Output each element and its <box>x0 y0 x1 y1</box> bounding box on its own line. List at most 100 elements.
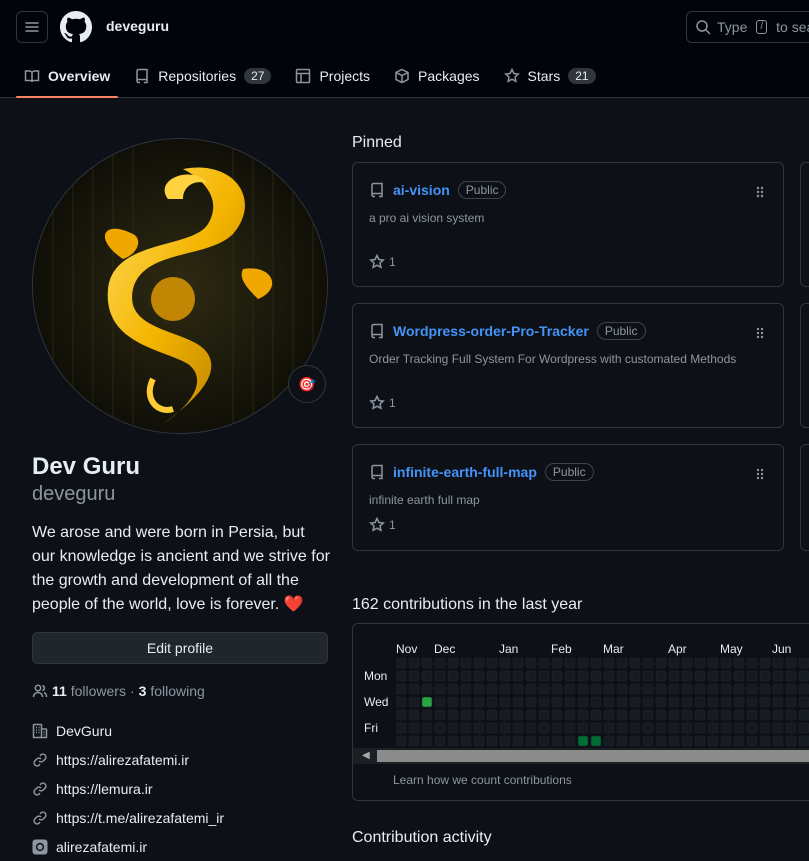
contribution-day-cell[interactable] <box>512 722 524 734</box>
contribution-day-cell[interactable] <box>694 658 706 669</box>
contribution-day-cell[interactable] <box>629 696 641 708</box>
search-input[interactable]: Type / to sea <box>686 11 809 43</box>
contribution-day-cell[interactable] <box>421 722 433 734</box>
contribution-day-cell[interactable] <box>421 670 433 682</box>
contribution-day-cell[interactable] <box>759 735 771 747</box>
contribution-day-cell[interactable] <box>655 670 667 682</box>
contribution-day-cell[interactable] <box>772 670 784 682</box>
contribution-day-cell[interactable] <box>694 709 706 721</box>
contribution-day-cell[interactable] <box>590 696 602 708</box>
contribution-day-cell[interactable] <box>720 735 732 747</box>
contribution-day-cell[interactable] <box>746 670 758 682</box>
contribution-day-cell[interactable] <box>759 696 771 708</box>
contribution-day-cell[interactable] <box>434 670 446 682</box>
contribution-day-cell[interactable] <box>720 709 732 721</box>
contribution-day-cell[interactable] <box>707 709 719 721</box>
contribution-day-cell[interactable] <box>720 683 732 695</box>
contribution-day-cell[interactable] <box>720 696 732 708</box>
header-username[interactable]: deveguru <box>106 18 169 34</box>
contribution-day-cell[interactable] <box>772 709 784 721</box>
contribution-day-cell[interactable] <box>421 696 433 708</box>
contribution-day-cell[interactable] <box>564 683 576 695</box>
drag-handle-icon[interactable] <box>755 185 765 199</box>
contribution-day-cell[interactable] <box>486 722 498 734</box>
repo-stars[interactable]: 1 <box>369 395 396 411</box>
contribution-day-cell[interactable] <box>486 670 498 682</box>
contribution-day-cell[interactable] <box>447 683 459 695</box>
contribution-day-cell[interactable] <box>603 658 615 669</box>
contribution-day-cell[interactable] <box>590 722 602 734</box>
contribution-day-cell[interactable] <box>512 735 524 747</box>
contribution-day-cell[interactable] <box>564 670 576 682</box>
contribution-day-cell[interactable] <box>798 670 809 682</box>
contribution-day-cell[interactable] <box>785 696 797 708</box>
contribution-day-cell[interactable] <box>421 735 433 747</box>
contribution-day-cell[interactable] <box>746 735 758 747</box>
contribution-day-cell[interactable] <box>525 722 537 734</box>
contribution-day-cell[interactable] <box>408 722 420 734</box>
contribution-day-cell[interactable] <box>681 683 693 695</box>
contribution-day-cell[interactable] <box>746 709 758 721</box>
tab-repositories[interactable]: Repositories 27 <box>126 56 279 96</box>
contribution-day-cell[interactable] <box>642 696 654 708</box>
contribution-day-cell[interactable] <box>538 683 550 695</box>
contribution-day-cell[interactable] <box>746 696 758 708</box>
scroll-left-arrow-icon[interactable]: ◀ <box>362 750 370 761</box>
tab-packages[interactable]: Packages <box>386 56 487 96</box>
contribution-day-cell[interactable] <box>772 735 784 747</box>
contribution-day-cell[interactable] <box>460 735 472 747</box>
contribution-day-cell[interactable] <box>577 709 589 721</box>
contribution-day-cell[interactable] <box>629 709 641 721</box>
contribution-day-cell[interactable] <box>733 658 745 669</box>
tab-projects[interactable]: Projects <box>287 56 378 96</box>
contribution-day-cell[interactable] <box>694 722 706 734</box>
contribution-day-cell[interactable] <box>733 735 745 747</box>
contribution-day-cell[interactable] <box>707 735 719 747</box>
contribution-day-cell[interactable] <box>759 683 771 695</box>
edit-profile-button[interactable]: Edit profile <box>32 632 328 664</box>
contribution-day-cell[interactable] <box>642 670 654 682</box>
contribution-day-cell[interactable] <box>733 683 745 695</box>
contribution-day-cell[interactable] <box>720 658 732 669</box>
learn-contributions-link[interactable]: Learn how we count contributions <box>393 773 572 787</box>
contribution-day-cell[interactable] <box>396 696 407 708</box>
repo-link[interactable]: ai-vision <box>393 182 450 198</box>
contribution-day-cell[interactable] <box>629 670 641 682</box>
contribution-day-cell[interactable] <box>655 683 667 695</box>
contribution-day-cell[interactable] <box>694 670 706 682</box>
contribution-day-cell[interactable] <box>577 696 589 708</box>
contribution-day-cell[interactable] <box>564 658 576 669</box>
contribution-day-cell[interactable] <box>408 658 420 669</box>
contribution-day-cell[interactable] <box>629 683 641 695</box>
contribution-day-cell[interactable] <box>785 658 797 669</box>
contribution-day-cell[interactable] <box>564 735 576 747</box>
repo-link[interactable]: Wordpress-order-Pro-Tracker <box>393 323 589 339</box>
contribution-day-cell[interactable] <box>655 709 667 721</box>
contribution-day-cell[interactable] <box>499 670 511 682</box>
contribution-day-cell[interactable] <box>564 696 576 708</box>
contribution-day-cell[interactable] <box>408 696 420 708</box>
contribution-day-cell[interactable] <box>759 670 771 682</box>
contribution-day-cell[interactable] <box>798 709 809 721</box>
contribution-day-cell[interactable] <box>759 722 771 734</box>
contribution-day-cell[interactable] <box>681 722 693 734</box>
contribution-day-cell[interactable] <box>525 709 537 721</box>
contribution-day-cell[interactable] <box>616 683 628 695</box>
contribution-day-cell[interactable] <box>772 658 784 669</box>
tab-stars[interactable]: Stars 21 <box>496 56 604 96</box>
contribution-day-cell[interactable] <box>421 709 433 721</box>
contribution-day-cell[interactable] <box>668 658 680 669</box>
contribution-day-cell[interactable] <box>499 658 511 669</box>
contribution-day-cell[interactable] <box>603 696 615 708</box>
contribution-day-cell[interactable] <box>668 683 680 695</box>
website-link[interactable]: https://alirezafatemi.ir <box>56 752 189 768</box>
contribution-day-cell[interactable] <box>408 670 420 682</box>
contribution-day-cell[interactable] <box>525 683 537 695</box>
contribution-day-cell[interactable] <box>577 735 589 747</box>
contribution-day-cell[interactable] <box>577 658 589 669</box>
contribution-day-cell[interactable] <box>733 696 745 708</box>
contribution-day-cell[interactable] <box>603 722 615 734</box>
contribution-day-cell[interactable] <box>473 658 485 669</box>
contribution-day-cell[interactable] <box>642 709 654 721</box>
contribution-day-cell[interactable] <box>668 696 680 708</box>
